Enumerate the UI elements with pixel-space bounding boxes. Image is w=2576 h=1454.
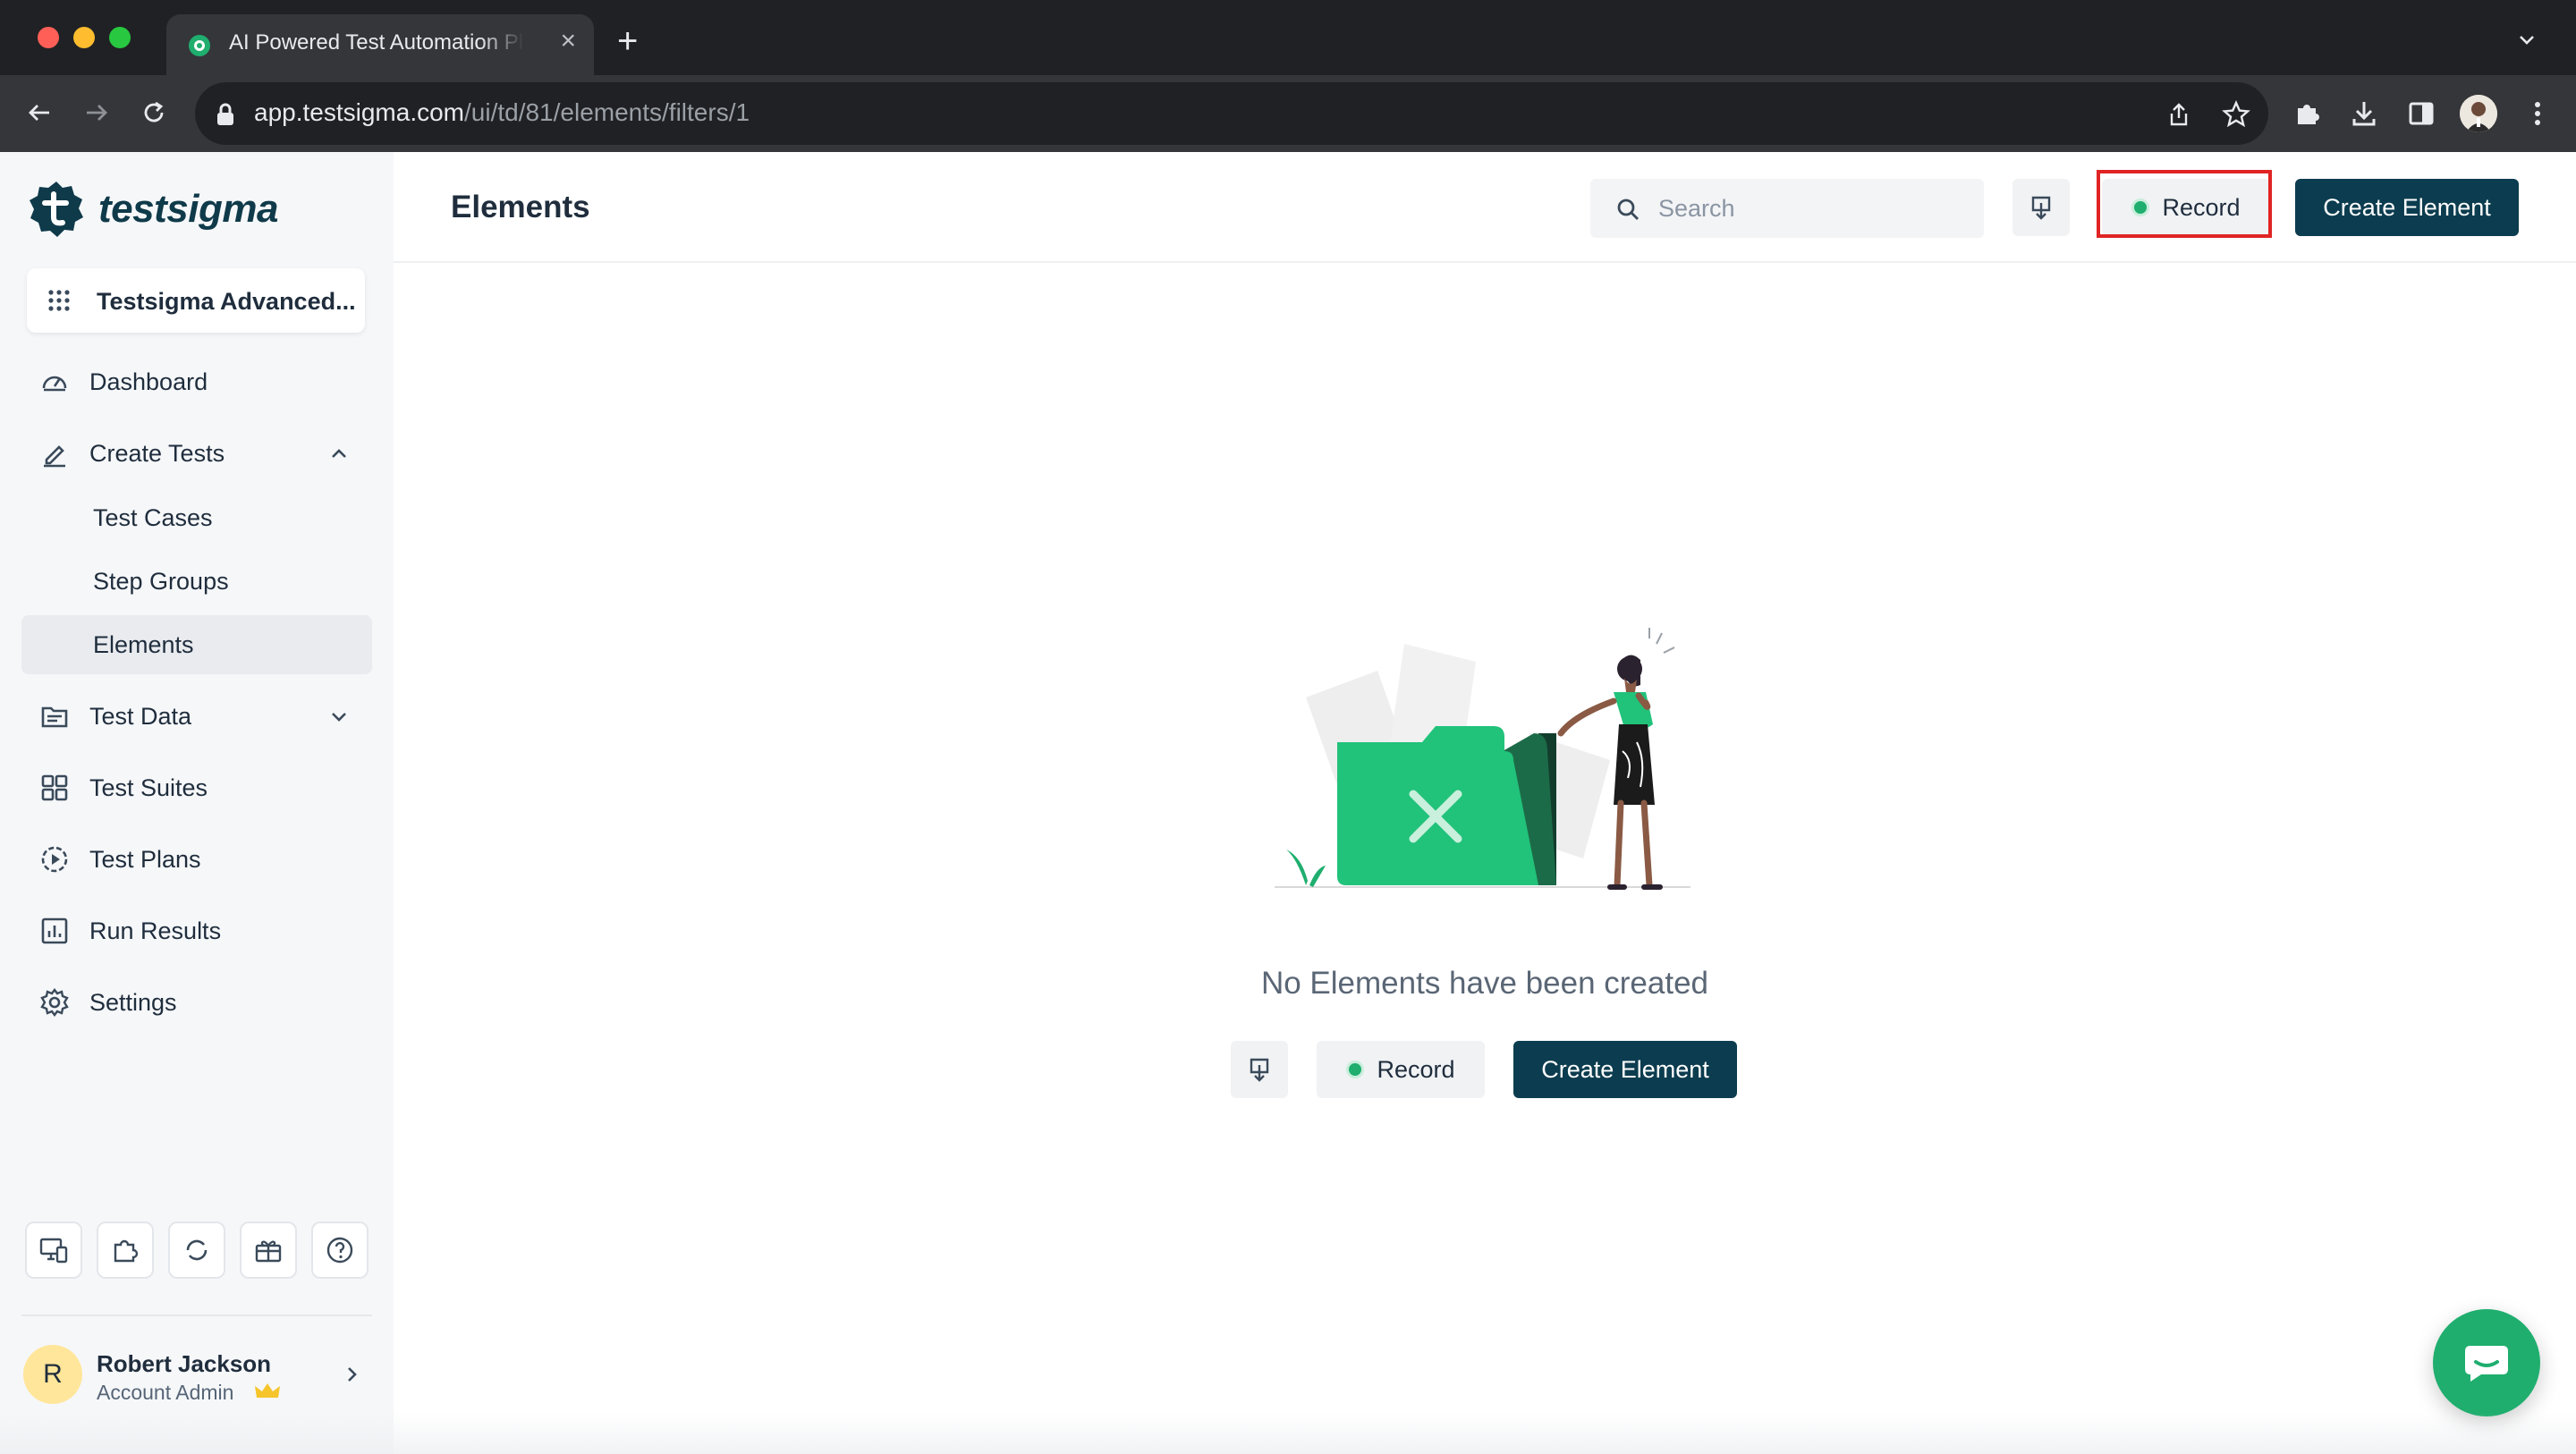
sidebar-item-label: Test Cases	[93, 503, 213, 531]
empty-import-elements-button[interactable]	[1231, 1041, 1288, 1098]
sidebar-item-label: Test Suites	[89, 773, 208, 801]
sidebar-item-test-plans[interactable]: Test Plans	[21, 830, 372, 889]
record-highlight-frame	[2097, 170, 2272, 238]
browser-toolbar: app.testsigma.com/ui/td/81/elements/filt…	[0, 75, 2576, 152]
lock-icon	[217, 103, 233, 125]
record-button-label: Record	[1377, 1055, 1455, 1083]
refresh-icon[interactable]	[168, 1222, 225, 1279]
pencil-icon	[38, 436, 72, 470]
chevron-down-icon	[332, 713, 346, 722]
download-tray-icon	[2031, 196, 2051, 220]
empty-record-button[interactable]: Record	[1317, 1041, 1485, 1098]
chevron-up-icon	[332, 449, 346, 458]
gear-icon	[38, 985, 72, 1019]
window-close-button[interactable]	[38, 27, 59, 48]
sidebar-item-label: Dashboard	[89, 368, 208, 395]
tab-search-chevron-icon[interactable]	[2517, 30, 2537, 50]
chat-support-button[interactable]	[2433, 1309, 2540, 1416]
back-arrow-icon[interactable]	[20, 93, 59, 132]
workspace-name: Testsigma Advanced...	[97, 288, 356, 315]
bar-chart-icon	[38, 914, 72, 948]
sidebar-item-label: Test Data	[89, 702, 192, 730]
reload-icon[interactable]	[134, 93, 174, 132]
apps-grid-icon	[48, 290, 70, 311]
search-icon	[1617, 199, 1639, 220]
side-panel-icon[interactable]	[2402, 95, 2440, 132]
sidebar-item-label: Step Groups	[93, 567, 229, 595]
browser-profile-avatar[interactable]	[2460, 95, 2497, 132]
testsigma-logo-icon	[30, 182, 83, 237]
logo-wordmark: testsigma	[98, 187, 278, 231]
create-element-button[interactable]: Create Element	[2295, 179, 2519, 236]
browser-menu-kebab-icon[interactable]	[2519, 95, 2556, 132]
user-avatar[interactable]: R	[23, 1345, 82, 1404]
bookmark-star-icon[interactable]	[2218, 97, 2254, 132]
empty-state-message: No Elements have been created	[1260, 966, 1709, 1001]
crown-icon	[255, 1383, 280, 1398]
testsigma-logo[interactable]: testsigma	[27, 179, 278, 240]
browser-tab-active[interactable]: AI Powered Test Automation Platform | Te…	[166, 14, 594, 75]
window-minimize-button[interactable]	[73, 27, 95, 48]
sidebar-item-test-suites[interactable]: Test Suites	[21, 758, 372, 817]
test-data-icon	[38, 699, 72, 733]
sidebar-item-settings[interactable]: Settings	[21, 973, 372, 1032]
user-name[interactable]: Robert Jackson	[97, 1350, 271, 1378]
url-host: app.testsigma.com	[254, 98, 464, 126]
search-input[interactable]	[1658, 179, 1962, 238]
share-icon[interactable]	[2161, 97, 2197, 132]
grid-icon	[38, 771, 72, 805]
sidebar-item-step-groups[interactable]: Step Groups	[21, 552, 372, 611]
chat-icon	[2465, 1346, 2508, 1382]
page-title: Elements	[451, 190, 590, 224]
extensions-puzzle-icon[interactable]	[2288, 95, 2326, 132]
tab-title: AI Powered Test Automation Platform | Te…	[229, 30, 524, 55]
download-tray-icon	[1250, 1058, 1269, 1082]
empty-create-element-button[interactable]: Create Element	[1513, 1041, 1737, 1098]
sidebar-item-label: Settings	[89, 988, 177, 1016]
puzzle-icon[interactable]	[97, 1222, 154, 1279]
help-icon[interactable]	[311, 1222, 369, 1279]
download-icon[interactable]	[2345, 95, 2383, 132]
record-dot-icon	[1346, 1061, 1365, 1078]
chevron-right-icon[interactable]	[342, 1365, 361, 1384]
desktop-devices-icon[interactable]	[25, 1222, 82, 1279]
import-elements-button[interactable]	[2012, 179, 2070, 236]
sidebar-item-label: Run Results	[89, 917, 222, 944]
user-role: Account Admin	[97, 1381, 234, 1404]
url-path: /ui/td/81/elements/filters/1	[464, 98, 750, 126]
sidebar-item-run-results[interactable]: Run Results	[21, 901, 372, 960]
sidebar-item-label: Elements	[93, 630, 194, 658]
sidebar-item-create-tests[interactable]: Create Tests	[21, 424, 372, 483]
workspace-switcher[interactable]: Testsigma Advanced...	[27, 268, 365, 333]
gift-icon[interactable]	[240, 1222, 297, 1279]
tab-close-icon[interactable]: ×	[560, 27, 576, 55]
sidebar-item-dashboard[interactable]: Dashboard	[21, 352, 372, 411]
testsigma-favicon-icon	[189, 35, 210, 56]
sidebar-utility-bar	[25, 1222, 369, 1279]
sidebar-item-label: Create Tests	[89, 439, 225, 467]
play-circle-icon	[38, 842, 72, 876]
sidebar-item-test-cases[interactable]: Test Cases	[21, 488, 372, 547]
app-sidebar: testsigma Testsigma Advanced... Dashboar…	[0, 152, 394, 1454]
dashboard-gauge-icon	[38, 365, 72, 399]
create-element-label: Create Element	[2323, 193, 2491, 221]
url-text: app.testsigma.com/ui/td/81/elements/filt…	[254, 98, 750, 127]
search-box[interactable]	[1590, 179, 1984, 238]
sidebar-divider	[21, 1315, 372, 1316]
sidebar-item-elements[interactable]: Elements	[21, 615, 372, 674]
browser-tab-bar: AI Powered Test Automation Platform | Te…	[0, 0, 2576, 75]
forward-arrow-icon[interactable]	[77, 93, 116, 132]
create-element-label: Create Element	[1541, 1055, 1709, 1083]
window-zoom-button[interactable]	[109, 27, 131, 48]
empty-folder-illustration	[1275, 628, 1690, 890]
sidebar-item-test-data[interactable]: Test Data	[21, 687, 372, 746]
address-bar[interactable]: app.testsigma.com/ui/td/81/elements/filt…	[195, 82, 2268, 145]
new-tab-button[interactable]: +	[617, 23, 638, 59]
sidebar-item-label: Test Plans	[89, 845, 201, 873]
